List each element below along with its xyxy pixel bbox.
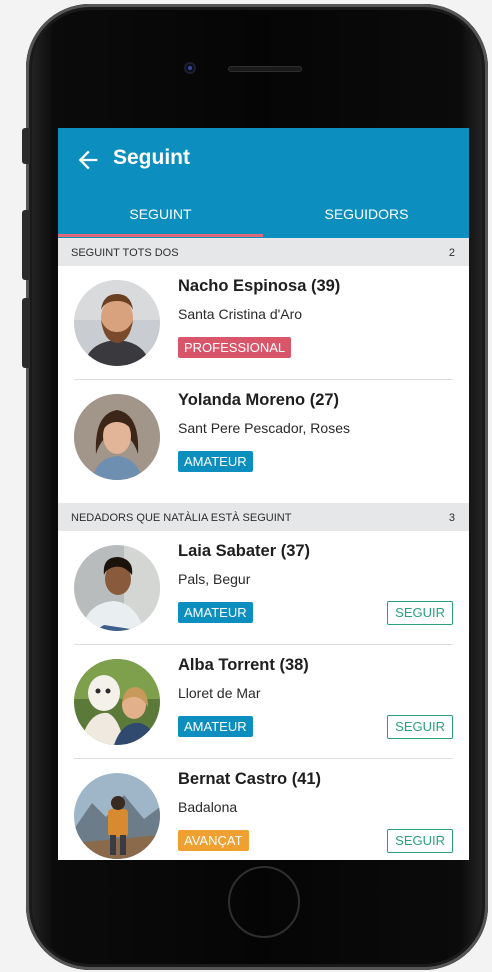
list-item[interactable]: Bernat Castro (41) Badalona AVANÇAT SEGU… bbox=[58, 759, 469, 860]
level-badge: PROFESSIONAL bbox=[178, 337, 292, 358]
list-item[interactable]: Nacho Espinosa (39) Santa Cristina d'Aro… bbox=[58, 266, 469, 380]
section-title: SEGUINT TOTS DOS bbox=[71, 247, 179, 259]
tab-seguidors[interactable]: SEGUIDORS bbox=[264, 206, 469, 222]
list-item[interactable]: Laia Sabater (37) Pals, Begur AMATEUR SE… bbox=[58, 531, 469, 645]
page-title: Seguint bbox=[113, 146, 190, 169]
swimmer-location: Sant Pere Pescador, Roses bbox=[178, 420, 350, 436]
swimmer-name: Bernat Castro (41) bbox=[178, 770, 322, 788]
volume-down-button bbox=[22, 298, 30, 368]
avatar bbox=[74, 394, 160, 480]
swimmer-location: Lloret de Mar bbox=[178, 685, 261, 701]
swimmer-location: Pals, Begur bbox=[178, 571, 251, 587]
active-tab-indicator bbox=[58, 234, 263, 237]
swimmer-name: Yolanda Moreno (27) bbox=[178, 391, 340, 409]
avatar bbox=[74, 545, 160, 631]
section-title: NEDADORS QUE NATÀLIA ESTÀ SEGUINT bbox=[71, 512, 292, 524]
swimmer-name: Alba Torrent (38) bbox=[178, 656, 309, 674]
list-item[interactable]: Alba Torrent (38) Lloret de Mar AMATEUR … bbox=[58, 645, 469, 759]
tab-seguint[interactable]: SEGUINT bbox=[58, 206, 263, 222]
section-header-following: NEDADORS QUE NATÀLIA ESTÀ SEGUINT 3 bbox=[58, 503, 469, 531]
section-count: 2 bbox=[448, 247, 455, 259]
level-badge: AMATEUR bbox=[178, 716, 253, 737]
home-button[interactable] bbox=[228, 866, 300, 938]
follow-button[interactable]: SEGUIR bbox=[387, 715, 453, 739]
swimmer-name: Laia Sabater (37) bbox=[178, 542, 311, 560]
back-arrow-icon[interactable] bbox=[74, 146, 102, 174]
mute-switch bbox=[22, 128, 30, 164]
follow-button[interactable]: SEGUIR bbox=[387, 601, 453, 625]
swimmer-location: Badalona bbox=[178, 799, 238, 815]
level-badge: AVANÇAT bbox=[178, 830, 249, 851]
swimmer-location: Santa Cristina d'Aro bbox=[178, 306, 303, 322]
avatar bbox=[74, 773, 160, 859]
volume-up-button bbox=[22, 210, 30, 280]
avatar bbox=[74, 280, 160, 366]
level-badge: AMATEUR bbox=[178, 602, 253, 623]
list-item[interactable]: Yolanda Moreno (27) Sant Pere Pescador, … bbox=[58, 380, 469, 494]
swimmer-name: Nacho Espinosa (39) bbox=[178, 277, 341, 295]
follow-button[interactable]: SEGUIR bbox=[387, 829, 453, 853]
front-camera bbox=[184, 62, 196, 74]
app-screen: Seguint SEGUINT SEGUIDORS SEGUINT TOTS D… bbox=[58, 128, 469, 860]
section-header-mutual: SEGUINT TOTS DOS 2 bbox=[58, 238, 469, 266]
earpiece-speaker bbox=[228, 66, 302, 72]
section-count: 3 bbox=[448, 512, 455, 524]
level-badge: AMATEUR bbox=[178, 451, 253, 472]
app-bar: Seguint SEGUINT SEGUIDORS bbox=[58, 128, 469, 238]
avatar bbox=[74, 659, 160, 745]
